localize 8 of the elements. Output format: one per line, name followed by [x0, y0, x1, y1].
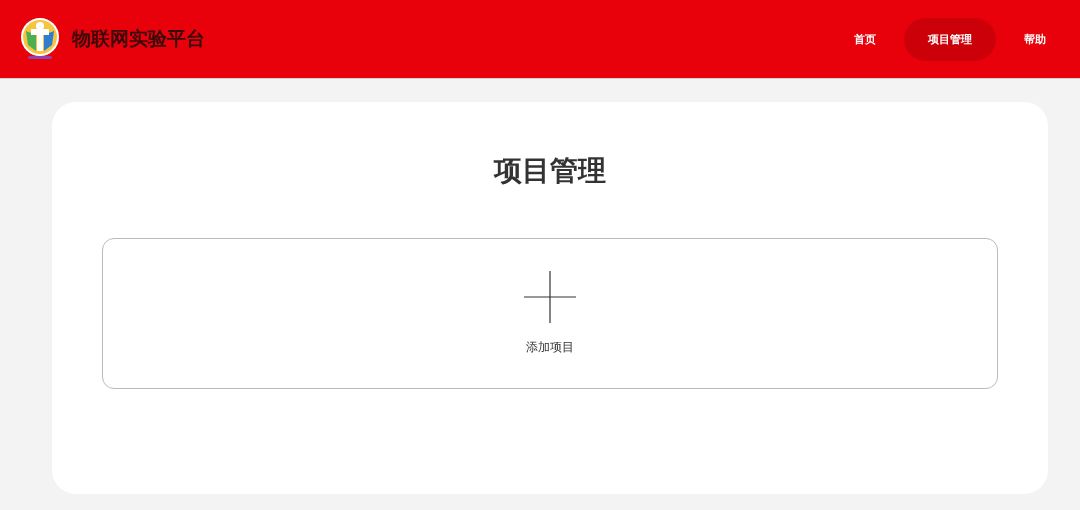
nav-tab[interactable]: 项目管理 [904, 17, 996, 61]
logo-icon [20, 17, 60, 61]
add-project-card[interactable]: 添加项目 [102, 238, 998, 389]
app-title: 物联网实验平台 [72, 26, 205, 51]
plus-icon [524, 271, 576, 323]
nav-tab[interactable]: 帮助 [1000, 17, 1070, 61]
nav-tab[interactable]: 首页 [830, 17, 900, 61]
page-heading: 项目管理 [494, 153, 606, 189]
